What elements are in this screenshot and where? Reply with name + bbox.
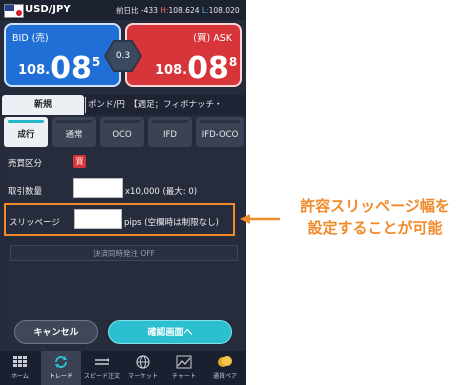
slippage-input[interactable] <box>74 209 122 229</box>
quantity-input[interactable] <box>73 178 123 198</box>
quantity-unit: x10,000 (最大: 0) <box>125 187 198 197</box>
tab-divider <box>85 97 86 113</box>
callout-arrow-icon <box>240 214 280 224</box>
tab-ifd-oco[interactable]: IFD-OCO <box>196 117 244 147</box>
nav-speed-order[interactable]: スピード注文 <box>82 351 122 385</box>
nav-market-label: マーケット <box>127 373 158 380</box>
slippage-callout: 許容スリッページ幅を 設定することが可能 <box>280 195 468 239</box>
low-prefix: L: <box>201 6 209 15</box>
ask-price: 108.088 <box>155 51 238 86</box>
tab-limit-order[interactable]: 通常 <box>52 117 96 147</box>
callout-line-2: 設定することが可能 <box>307 219 443 237</box>
speed-icon <box>95 358 109 365</box>
slippage-label: スリッページ <box>9 218 60 228</box>
ask-label: (買) ASK <box>193 33 232 44</box>
cancel-button[interactable]: キャンセル <box>14 320 98 344</box>
nav-speed-label: スピード注文 <box>83 373 120 380</box>
order-type-tabs: 成行 通常 OCO IFD IFD-OCO <box>4 117 244 147</box>
confirm-button[interactable]: 確認画面へ <box>108 320 232 344</box>
callout-line-1: 許容スリッページ幅を <box>300 197 450 215</box>
nav-market[interactable]: マーケット <box>123 351 163 385</box>
currency-pair[interactable]: USD/JPY <box>25 4 71 15</box>
tab-oco[interactable]: OCO <box>100 117 144 147</box>
nav-trade-label: トレード <box>48 373 73 380</box>
ask-price-button[interactable]: (買) ASK 108.088 <box>125 23 242 87</box>
tab-new-order[interactable]: 新規 <box>2 95 84 115</box>
chart-icon <box>176 355 192 369</box>
buy-side-badge[interactable]: 買 <box>73 155 86 168</box>
side-label: 売買区分 <box>8 159 43 169</box>
nav-chart-label: チャート <box>172 373 196 380</box>
settle-order-toggle[interactable]: 決済同時発注 OFF <box>10 245 238 261</box>
bid-price: 108.085 <box>18 51 101 86</box>
daily-stats: 前日比 -433 H:108.624 L:108.020 <box>116 5 240 16</box>
tab-market-order[interactable]: 成行 <box>4 117 48 147</box>
tab-ifd[interactable]: IFD <box>148 117 192 147</box>
change-value: 前日比 -433 <box>116 6 158 15</box>
tab-news-ticker[interactable]: ポンド/円 【週足；フィボナッチ・ <box>88 95 244 115</box>
home-grid-icon <box>13 356 27 367</box>
us-jp-flag-icon <box>4 4 24 18</box>
currency-pair-icon <box>218 356 232 367</box>
header-bar: USD/JPY 前日比 -433 H:108.624 L:108.020 <box>0 0 246 20</box>
low-value: 108.020 <box>208 6 240 15</box>
bid-label: BID (売) <box>12 33 49 44</box>
nav-home[interactable]: ホーム <box>0 351 40 385</box>
trading-app-screen: USD/JPY 前日比 -433 H:108.624 L:108.020 BID… <box>0 0 246 385</box>
nav-currency-label: 通貨ペア <box>212 373 237 380</box>
nav-chart[interactable]: チャート <box>164 351 204 385</box>
slippage-unit: pips (空欄時は制限なし) <box>124 218 219 228</box>
trade-arrows-icon <box>55 356 67 368</box>
quantity-label: 取引数量 <box>8 187 43 197</box>
high-value: 108.624 <box>168 6 200 15</box>
globe-icon <box>136 355 150 369</box>
bid-price-button[interactable]: BID (売) 108.085 <box>4 23 121 87</box>
nav-trade[interactable]: トレード <box>41 351 81 385</box>
nav-home-label: ホーム <box>11 373 29 380</box>
bottom-nav: ホーム トレード スピード注文 マーケット チャート 通貨ペア <box>0 351 246 385</box>
nav-currency-pair[interactable]: 通貨ペア <box>205 351 245 385</box>
